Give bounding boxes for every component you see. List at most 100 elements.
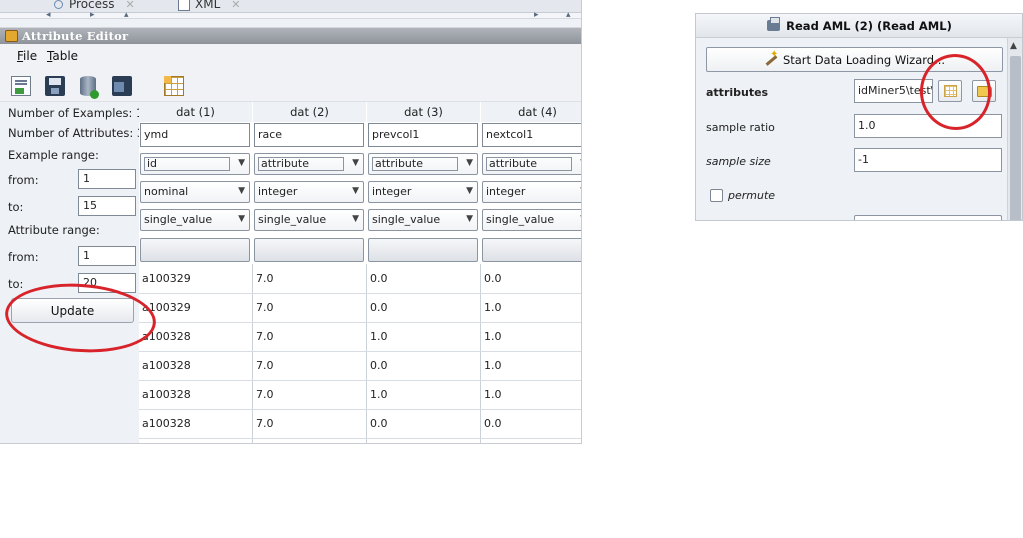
table-cell[interactable]: 7.0 — [256, 301, 274, 314]
role-value: id — [144, 157, 230, 171]
tab-label: XML — [195, 0, 221, 11]
role-value: attribute — [258, 157, 344, 171]
role-select[interactable]: attribute ▼ — [482, 153, 581, 175]
table-cell[interactable]: 0.0 — [484, 417, 502, 430]
unit-box[interactable] — [482, 238, 581, 262]
table-cell[interactable]: a100328 — [142, 388, 191, 401]
table-cell[interactable]: a100328 — [142, 417, 191, 430]
value-type-select[interactable]: integer ▼ — [368, 181, 478, 203]
attribute-name-input[interactable]: nextcol1 — [482, 123, 581, 147]
chevron-down-icon: ▼ — [352, 158, 359, 168]
attribute-editor-icon — [5, 30, 18, 42]
table-cell[interactable]: 7.0 — [256, 359, 274, 372]
close-icon[interactable]: ✕ — [231, 0, 240, 11]
arrow-right-icon[interactable]: ▸ — [90, 10, 95, 20]
attribute-range-label: Attribute range: — [8, 223, 100, 237]
table-cell[interactable]: 7.0 — [256, 417, 274, 430]
table-cell[interactable]: 7.0 — [256, 388, 274, 401]
example-from-input[interactable]: 1 — [78, 169, 136, 189]
menu-label-rest: ile — [23, 49, 38, 63]
unit-box[interactable] — [254, 238, 364, 262]
column-header[interactable]: dat (1) — [139, 102, 252, 122]
table-cell[interactable]: 1.0 — [484, 330, 502, 343]
window-title: Attribute Editor — [22, 29, 129, 43]
sample-size-label: sample size — [706, 155, 771, 168]
save-icon[interactable] — [45, 76, 65, 96]
table-cell[interactable]: 1.0 — [484, 388, 502, 401]
unit-box[interactable] — [368, 238, 478, 262]
chevron-down-icon: ▼ — [466, 158, 473, 168]
read-aml-operator-icon — [767, 17, 781, 31]
chevron-down-icon: ▼ — [580, 186, 581, 196]
scrollbar-thumb[interactable] — [1010, 56, 1021, 220]
attribute-from-input[interactable]: 1 — [78, 246, 136, 266]
attribute-from-label: from: — [8, 250, 39, 264]
save-as-icon[interactable] — [112, 76, 132, 96]
arrow-left-icon[interactable]: ◂ — [46, 10, 51, 20]
attribute-name-input[interactable]: prevcol1 — [368, 123, 478, 147]
permute-checkbox[interactable] — [710, 189, 723, 202]
operator-title: Read AML (2) (Read AML) — [786, 18, 952, 33]
example-to-input[interactable]: 15 — [78, 196, 136, 216]
next-parameter-field[interactable] — [854, 215, 1002, 220]
import-data-icon[interactable] — [11, 76, 31, 96]
role-select[interactable]: attribute ▼ — [368, 153, 478, 175]
tab-bar: Process ✕ XML ✕ — [0, 0, 581, 13]
table-cell[interactable]: 1.0 — [370, 330, 388, 343]
table-cell[interactable]: 0.0 — [370, 272, 388, 285]
role-select[interactable]: id ▼ — [140, 153, 250, 175]
role-value: attribute — [372, 157, 458, 171]
table-cell[interactable]: 1.0 — [484, 301, 502, 314]
column-divider — [366, 264, 367, 443]
unit-box[interactable] — [140, 238, 250, 262]
column-header[interactable]: dat (2) — [253, 102, 366, 122]
table-cell[interactable]: a100329 — [142, 272, 191, 285]
table-cell[interactable]: 0.0 — [370, 301, 388, 314]
row-divider — [139, 380, 581, 381]
column-divider — [252, 264, 253, 443]
value-type-select[interactable]: nominal ▼ — [140, 181, 250, 203]
process-icon — [52, 0, 64, 10]
attribute-name-input[interactable]: race — [254, 123, 364, 147]
info-panel: Number of Examples: 15 Number of Attribu… — [0, 102, 152, 443]
value-type-value: integer — [258, 185, 298, 198]
arrow-up-icon[interactable]: ▴ — [566, 10, 571, 20]
arrow-up-icon[interactable]: ▲ — [1010, 41, 1017, 51]
table-cell[interactable]: 0.0 — [370, 359, 388, 372]
table-cell[interactable]: 0.0 — [484, 272, 502, 285]
xml-icon — [178, 0, 190, 11]
block-type-select[interactable]: single_value ▼ — [140, 209, 250, 231]
close-icon[interactable]: ✕ — [126, 0, 135, 11]
attribute-name-input[interactable]: ymd — [140, 123, 250, 147]
role-select[interactable]: attribute ▼ — [254, 153, 364, 175]
table-cell[interactable]: 7.0 — [256, 330, 274, 343]
value-type-select[interactable]: integer ▼ — [254, 181, 364, 203]
block-type-select[interactable]: single_value ▼ — [482, 209, 581, 231]
parameters-scrollbar[interactable]: ▲ — [1007, 38, 1022, 220]
value-type-select[interactable]: integer ▼ — [482, 181, 581, 203]
table-cell[interactable]: 1.0 — [484, 359, 502, 372]
tab-xml[interactable]: XML ✕ — [178, 0, 240, 12]
table-cell[interactable]: a100328 — [142, 359, 191, 372]
menu-file[interactable]: File — [17, 49, 37, 63]
arrow-right-icon[interactable]: ▸ — [534, 10, 539, 20]
block-type-value: single_value — [486, 213, 555, 226]
window-title-bar: Attribute Editor — [0, 27, 581, 44]
row-divider — [139, 351, 581, 352]
menu-table[interactable]: Table — [47, 49, 78, 63]
column-header[interactable]: dat (3) — [367, 102, 480, 122]
table-cell[interactable]: 0.0 — [370, 417, 388, 430]
row-divider — [139, 409, 581, 410]
arrow-up-icon[interactable]: ▴ — [124, 10, 129, 20]
block-type-value: single_value — [372, 213, 441, 226]
block-type-select[interactable]: single_value ▼ — [254, 209, 364, 231]
sample-size-input[interactable]: -1 — [854, 148, 1002, 172]
table-cell[interactable]: 1.0 — [370, 388, 388, 401]
block-type-select[interactable]: single_value ▼ — [368, 209, 478, 231]
attribute-to-label: to: — [8, 277, 24, 291]
chevron-down-icon: ▼ — [352, 186, 359, 196]
column-header[interactable]: dat (4) — [481, 102, 581, 122]
table-icon[interactable] — [164, 76, 184, 96]
table-cell[interactable]: 7.0 — [256, 272, 274, 285]
toolbar — [0, 68, 581, 102]
